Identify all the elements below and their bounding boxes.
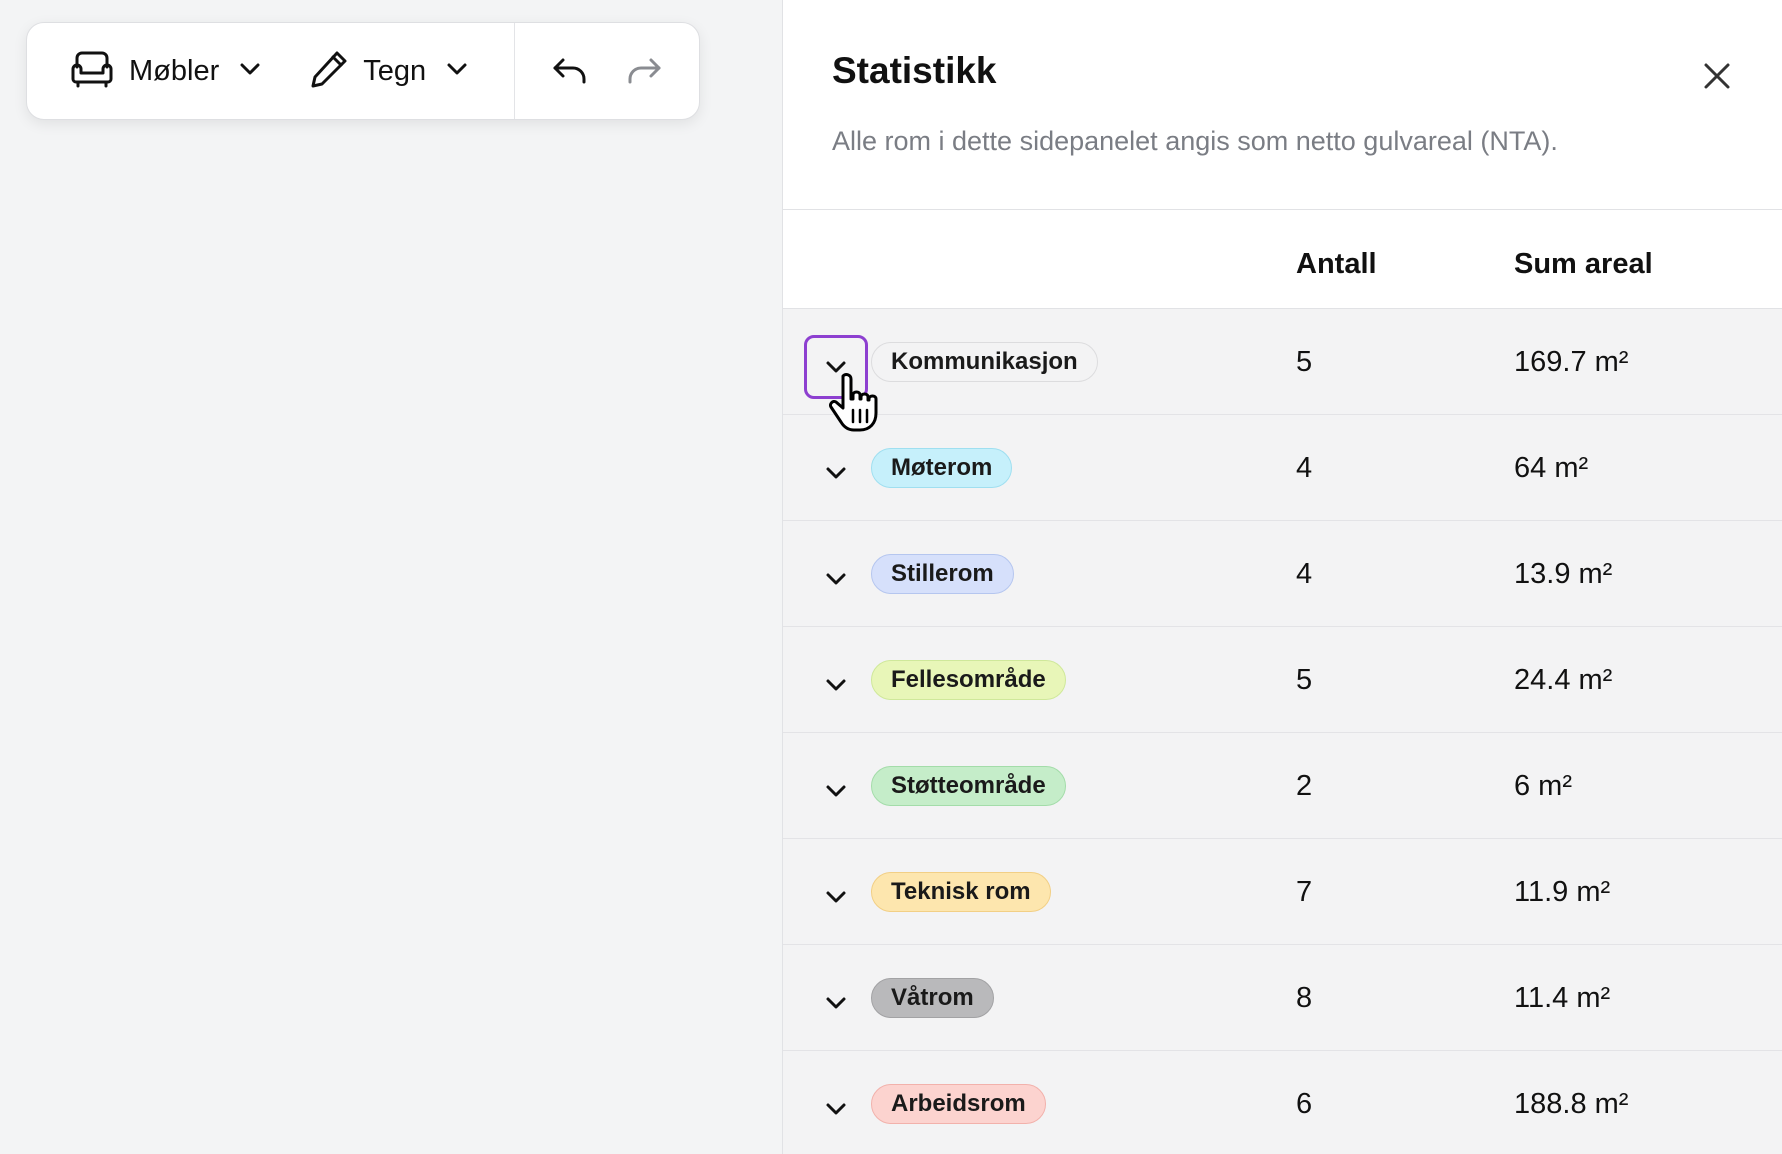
table-row: Støtteområde 2 6 m²	[783, 733, 1782, 839]
statistics-panel: Statistikk Alle rom i dette sidepanelet …	[782, 0, 1782, 1154]
column-header-area: Sum areal	[1514, 248, 1653, 280]
room-type-badge: Kommunikasjon	[871, 342, 1098, 382]
table-row: Fellesområde 5 24.4 m²	[783, 627, 1782, 733]
room-type-badge: Støtteområde	[871, 766, 1066, 806]
chevron-down-icon	[826, 891, 846, 903]
draw-dropdown-button[interactable]: Tegn	[309, 49, 468, 94]
room-area: 64 m²	[1514, 452, 1589, 484]
chevron-down-icon	[826, 361, 846, 373]
table-header: Antall Sum areal	[783, 210, 1782, 309]
chevron-down-icon	[826, 573, 846, 585]
table-row: Møterom 4 64 m²	[783, 415, 1782, 521]
chevron-down-icon	[826, 1103, 846, 1115]
row-expand-button[interactable]	[804, 441, 868, 505]
room-area: 24.4 m²	[1514, 664, 1613, 696]
room-count: 4	[1296, 558, 1313, 590]
room-count: 4	[1296, 452, 1313, 484]
room-count: 5	[1296, 664, 1313, 696]
row-expand-button[interactable]	[804, 865, 868, 929]
room-area: 11.4 m²	[1514, 982, 1611, 1014]
toolbar-main-group: Møbler Tegn	[27, 23, 515, 119]
top-toolbar: Møbler Tegn	[26, 22, 700, 120]
undo-icon[interactable]	[551, 52, 589, 90]
chevron-down-icon	[826, 785, 846, 797]
table-row: Våtrom 8 11.4 m²	[783, 945, 1782, 1051]
row-expand-button[interactable]	[804, 759, 868, 823]
room-area: 188.8 m²	[1514, 1088, 1629, 1120]
room-type-badge: Fellesområde	[871, 660, 1066, 700]
room-area: 169.7 m²	[1514, 346, 1629, 378]
panel-header: Statistikk Alle rom i dette sidepanelet …	[783, 0, 1782, 210]
row-expand-button[interactable]	[804, 653, 868, 717]
room-area: 11.9 m²	[1514, 876, 1611, 908]
room-count: 2	[1296, 770, 1313, 802]
chevron-down-icon	[826, 997, 846, 1009]
room-area: 6 m²	[1514, 770, 1572, 802]
room-count: 8	[1296, 982, 1313, 1014]
furniture-dropdown-button[interactable]: Møbler	[69, 49, 261, 94]
chevron-down-icon	[826, 467, 846, 479]
row-expand-button[interactable]	[804, 1077, 868, 1141]
room-type-badge: Teknisk rom	[871, 872, 1051, 912]
room-type-table: Kommunikasjon 5 169.7 m² Møterom 4 64 m² Still…	[783, 309, 1782, 1154]
table-row: Stillerom 4 13.9 m²	[783, 521, 1782, 627]
room-count: 7	[1296, 876, 1313, 908]
room-type-badge: Våtrom	[871, 978, 994, 1018]
sofa-icon	[69, 49, 115, 94]
chevron-down-icon	[826, 679, 846, 691]
redo-icon[interactable]	[625, 52, 663, 90]
pencil-icon	[309, 49, 349, 94]
column-header-count: Antall	[1296, 248, 1377, 280]
room-type-badge: Stillerom	[871, 554, 1014, 594]
room-count: 5	[1296, 346, 1313, 378]
panel-title: Statistikk	[832, 50, 997, 91]
draw-label: Tegn	[363, 54, 427, 87]
toolbar-history-group	[515, 23, 663, 119]
row-expand-button[interactable]	[804, 335, 868, 399]
row-expand-button[interactable]	[804, 547, 868, 611]
room-count: 6	[1296, 1088, 1313, 1120]
table-row: Kommunikasjon 5 169.7 m²	[783, 309, 1782, 415]
chevron-down-icon	[446, 62, 468, 81]
table-row: Arbeidsrom 6 188.8 m²	[783, 1051, 1782, 1154]
chevron-down-icon	[239, 62, 261, 81]
close-icon[interactable]	[1697, 56, 1737, 96]
furniture-label: Møbler	[129, 54, 220, 87]
room-area: 13.9 m²	[1514, 558, 1613, 590]
room-type-badge: Møterom	[871, 448, 1013, 488]
row-expand-button[interactable]	[804, 971, 868, 1035]
table-row: Teknisk rom 7 11.9 m²	[783, 839, 1782, 945]
panel-subtitle: Alle rom i dette sidepanelet angis som n…	[832, 126, 1558, 156]
room-type-badge: Arbeidsrom	[871, 1084, 1046, 1124]
